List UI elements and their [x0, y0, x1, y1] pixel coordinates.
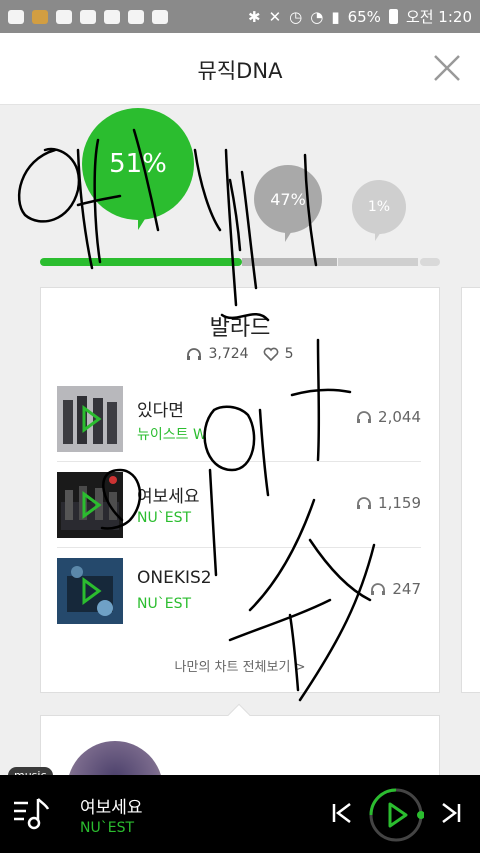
chart-more-link[interactable]: 나만의 차트 전체보기 > — [41, 656, 439, 675]
track-plays: 1,159 — [356, 494, 421, 512]
notification-icons — [8, 9, 168, 24]
play-button[interactable] — [368, 787, 424, 843]
track-row[interactable]: 여보세요 NU`EST 1,159 — [57, 462, 421, 548]
track-title: 있다면 — [137, 401, 184, 421]
flipboard-icon — [80, 9, 96, 24]
album-art[interactable] — [57, 386, 123, 452]
now-playing-artist: NU`EST — [80, 820, 135, 836]
play-count: 247 — [392, 580, 421, 598]
track-artist[interactable]: NU`EST — [137, 596, 191, 612]
headphones-icon — [357, 497, 372, 509]
genre-bubble-2[interactable]: 47% — [254, 165, 322, 233]
dna-progress-segment-3 — [338, 258, 418, 266]
recycle-icon — [152, 9, 168, 24]
genre-bubble-3[interactable]: 1% — [352, 180, 406, 234]
genre-card: 발라드 3,724 5 있다면 뉴이스트 W 2,044 여보세요 NU`EST… — [40, 287, 440, 693]
previous-icon[interactable] — [330, 800, 356, 826]
chat-icon — [8, 9, 24, 24]
play-count: 1,159 — [378, 494, 421, 512]
next-genre-card[interactable] — [461, 287, 480, 693]
headphones-icon — [371, 583, 386, 595]
track-artist[interactable]: 뉴이스트 W — [137, 424, 207, 444]
genre-title: 발라드 — [209, 316, 271, 341]
genre-stats: 3,724 5 — [41, 346, 439, 362]
heart-icon[interactable] — [263, 347, 279, 361]
alarm-icon: ◷ — [289, 7, 303, 26]
signal-icon: ▮ — [331, 7, 340, 26]
status-bar: ✱ ✕ ◷ ◔ ▮ 65% 오전 1:20 — [0, 0, 480, 33]
close-icon[interactable] — [432, 53, 462, 83]
track-row[interactable]: 있다면 뉴이스트 W 2,044 — [57, 376, 421, 462]
next-icon[interactable] — [437, 800, 463, 826]
playlist-icon[interactable] — [12, 793, 52, 833]
header: 뮤직DNA — [0, 33, 480, 105]
card-notch — [227, 703, 251, 727]
track-artist[interactable]: NU`EST — [137, 510, 191, 526]
dna-progress-segment-2 — [242, 258, 337, 266]
youtube-icon — [56, 9, 72, 24]
album-art[interactable] — [57, 472, 123, 538]
album-art[interactable] — [57, 558, 123, 624]
dna-progress-segment-4 — [420, 258, 440, 266]
headphones-icon — [357, 411, 372, 423]
app-thumbnail-icon — [32, 9, 48, 24]
page-title: 뮤직DNA — [197, 59, 283, 83]
battery-icon — [388, 9, 398, 24]
like-count: 5 — [284, 346, 294, 362]
listen-count: 3,724 — [208, 346, 249, 362]
mini-player[interactable]: 여보세요 NU`EST — [0, 775, 480, 853]
clock: 오전 1:20 — [405, 8, 472, 26]
track-row[interactable]: ONEKIS2 NU`EST 247 — [57, 548, 421, 634]
wifi-icon: ◔ — [310, 7, 324, 26]
track-title: 여보세요 — [137, 487, 200, 507]
track-plays: 247 — [370, 580, 421, 598]
battery-percent: 65% — [347, 7, 381, 26]
bluetooth-icon: ✱ — [247, 7, 261, 26]
play-count: 2,044 — [378, 408, 421, 426]
track-plays: 2,044 — [356, 408, 421, 426]
dna-progress-segment-1 — [40, 258, 242, 266]
track-title: ONEKIS2 — [137, 568, 212, 588]
system-icons: ✱ ✕ ◷ ◔ ▮ 65% 오전 1:20 — [248, 6, 472, 27]
talk-icon — [128, 9, 144, 24]
headphones-icon — [187, 348, 202, 360]
genre-bubble-1[interactable]: 51% — [82, 108, 194, 220]
youtube-icon — [104, 9, 120, 24]
mute-icon: ✕ — [268, 7, 282, 26]
now-playing-title: 여보세요 — [80, 798, 143, 818]
